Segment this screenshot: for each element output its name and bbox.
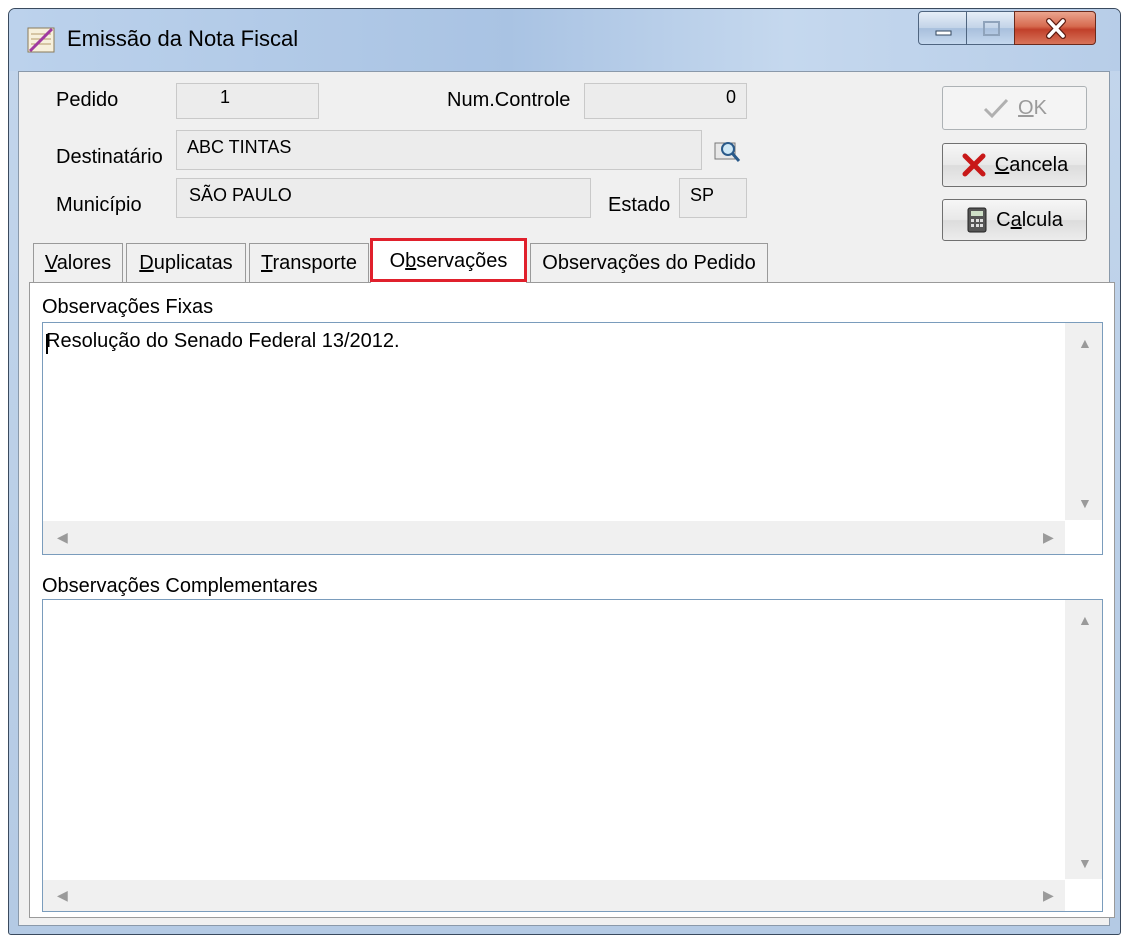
scroll-left-icon[interactable]: ◀ [57,887,68,904]
ok-label: OK [1018,96,1047,119]
calculator-icon [967,207,987,233]
calcula-button[interactable]: Calcula [942,199,1087,241]
vertical-scrollbar[interactable]: ▲ ▼ [1065,323,1102,520]
vertical-scrollbar[interactable]: ▲ ▼ [1065,600,1102,879]
municipio-field[interactable]: SÃO PAULO [176,178,591,218]
highlight-box [370,238,527,282]
tab-valores[interactable]: Valores [33,243,123,282]
checkmark-icon [983,98,1009,119]
minimize-icon [935,30,952,36]
text-cursor [46,334,48,354]
close-button[interactable] [1014,11,1096,45]
cancel-x-icon [962,153,986,177]
cancela-button[interactable]: Cancela [942,143,1087,187]
destinatario-label: Destinatário [56,146,163,168]
cancela-label: Cancela [994,153,1069,176]
scroll-left-icon[interactable]: ◀ [57,529,68,546]
observacoes-fixas-label: Observações Fixas [42,296,214,318]
horizontal-scrollbar[interactable]: ◀ ▶ [43,880,1065,911]
document-icon [26,25,56,55]
ok-button[interactable]: OK [942,86,1087,130]
destinatario-field[interactable]: ABC TINTAS [176,130,702,170]
num-controle-field[interactable]: 0 [584,83,747,119]
estado-field[interactable]: SP [679,178,747,218]
scroll-down-icon[interactable]: ▼ [1078,855,1092,871]
estado-label: Estado [608,194,671,216]
municipio-label: Município [56,194,142,216]
scroll-right-icon[interactable]: ▶ [1043,887,1054,904]
scroll-right-icon[interactable]: ▶ [1043,529,1054,546]
scroll-up-icon[interactable]: ▲ [1078,335,1092,351]
pedido-label: Pedido [56,89,119,111]
search-icon[interactable] [712,137,742,167]
observacoes-complementares-memo[interactable] [42,599,1103,912]
maximize-icon [983,21,1000,36]
maximize-button[interactable] [966,11,1015,45]
num-controle-label: Num.Controle [447,89,571,111]
tab-observacoes-do-pedido[interactable]: Observações do Pedido [530,243,768,282]
window-title: Emissão da Nota Fiscal [67,26,299,51]
scroll-up-icon[interactable]: ▲ [1078,612,1092,628]
tab-duplicatas[interactable]: Duplicatas [126,243,246,282]
calcula-label: Calcula [996,208,1063,231]
observacoes-fixas-text: Resolução do Senado Federal 13/2012. [46,330,400,352]
observacoes-complementares-label: Observações Complementares [42,575,318,597]
close-icon [1046,18,1066,39]
scroll-down-icon[interactable]: ▼ [1078,495,1092,511]
pedido-field[interactable]: 1 [176,83,319,119]
horizontal-scrollbar[interactable]: ◀ ▶ [43,521,1065,554]
tab-transporte[interactable]: Transporte [249,243,369,282]
minimize-button[interactable] [918,11,967,45]
